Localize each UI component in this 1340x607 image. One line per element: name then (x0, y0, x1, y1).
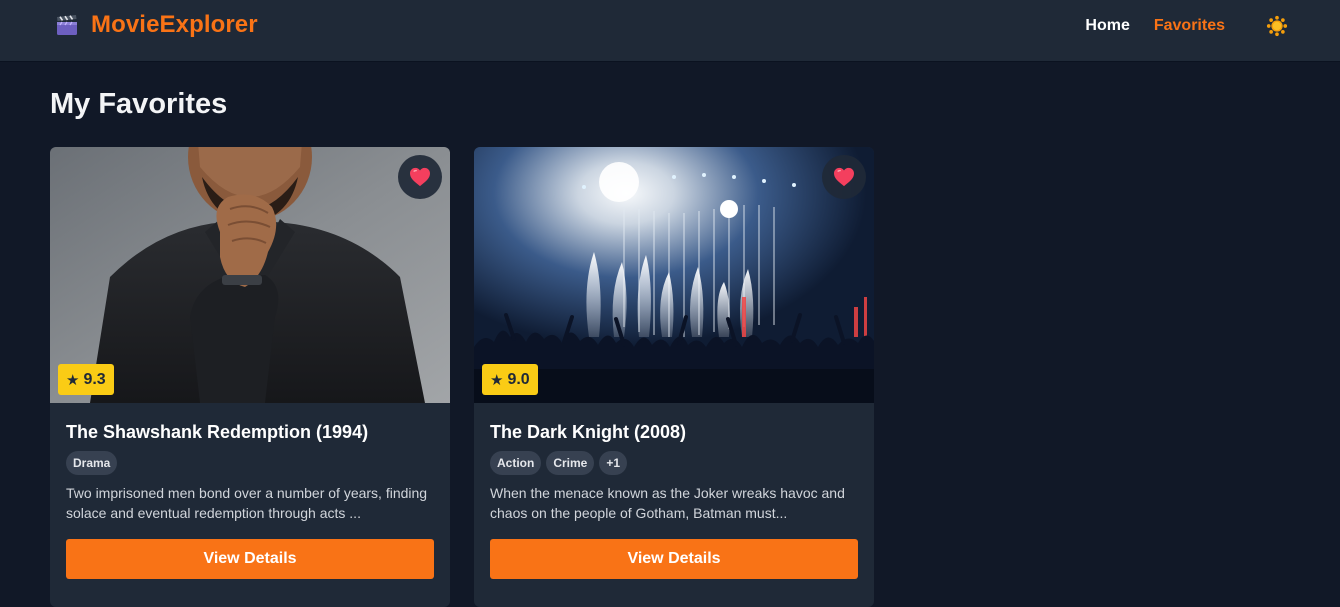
heart-icon (410, 167, 430, 187)
genre-list: Action Crime +1 (490, 451, 858, 475)
movie-poster[interactable]: ★ 9.3 (50, 147, 450, 403)
card-body: The Shawshank Redemption (1994) Drama Tw… (50, 403, 450, 579)
brand-name: MovieExplorer (91, 11, 258, 38)
brand-logo-link[interactable]: MovieExplorer (55, 11, 258, 39)
nav-home-link[interactable]: Home (1085, 17, 1129, 35)
genre-tag: Drama (66, 451, 118, 475)
navbar: MovieExplorer Home Favorites (0, 0, 1340, 62)
sun-icon[interactable] (1266, 15, 1288, 37)
favorite-toggle-button[interactable] (398, 155, 442, 199)
star-icon: ★ (66, 371, 80, 389)
genre-more-tag: +1 (599, 451, 628, 475)
clapperboard-icon (57, 15, 77, 35)
nav-links: Home Favorites (1085, 13, 1288, 39)
rating-value: 9.3 (83, 370, 106, 388)
movie-description: When the menace known as the Joker wreak… (490, 485, 845, 521)
movie-card: ★ 9.3 The Shawshank Redemption (1994) Dr… (50, 147, 450, 607)
view-details-button[interactable]: View Details (66, 539, 434, 579)
movie-title: The Dark Knight (2008) (490, 422, 687, 442)
movie-description: Two imprisoned men bond over a number of… (66, 485, 428, 521)
star-icon: ★ (490, 371, 504, 389)
genre-tag: Crime (546, 451, 595, 475)
page-title: My Favorites (50, 88, 228, 120)
heart-icon (834, 167, 854, 187)
rating-badge: ★ 9.3 (58, 364, 114, 395)
genre-list: Drama (66, 451, 434, 475)
movie-title: The Shawshank Redemption (1994) (66, 422, 369, 442)
nav-favorites-link[interactable]: Favorites (1154, 17, 1225, 35)
card-body: The Dark Knight (2008) Action Crime +1 W… (474, 403, 874, 579)
view-details-button[interactable]: View Details (490, 539, 858, 579)
movie-poster[interactable]: ★ 9.0 (474, 147, 874, 403)
rating-badge: ★ 9.0 (482, 364, 538, 395)
movie-card: ★ 9.0 The Dark Knight (2008) Action Crim… (474, 147, 874, 607)
rating-value: 9.0 (507, 370, 530, 388)
genre-tag: Action (490, 451, 542, 475)
favorite-toggle-button[interactable] (822, 155, 866, 199)
